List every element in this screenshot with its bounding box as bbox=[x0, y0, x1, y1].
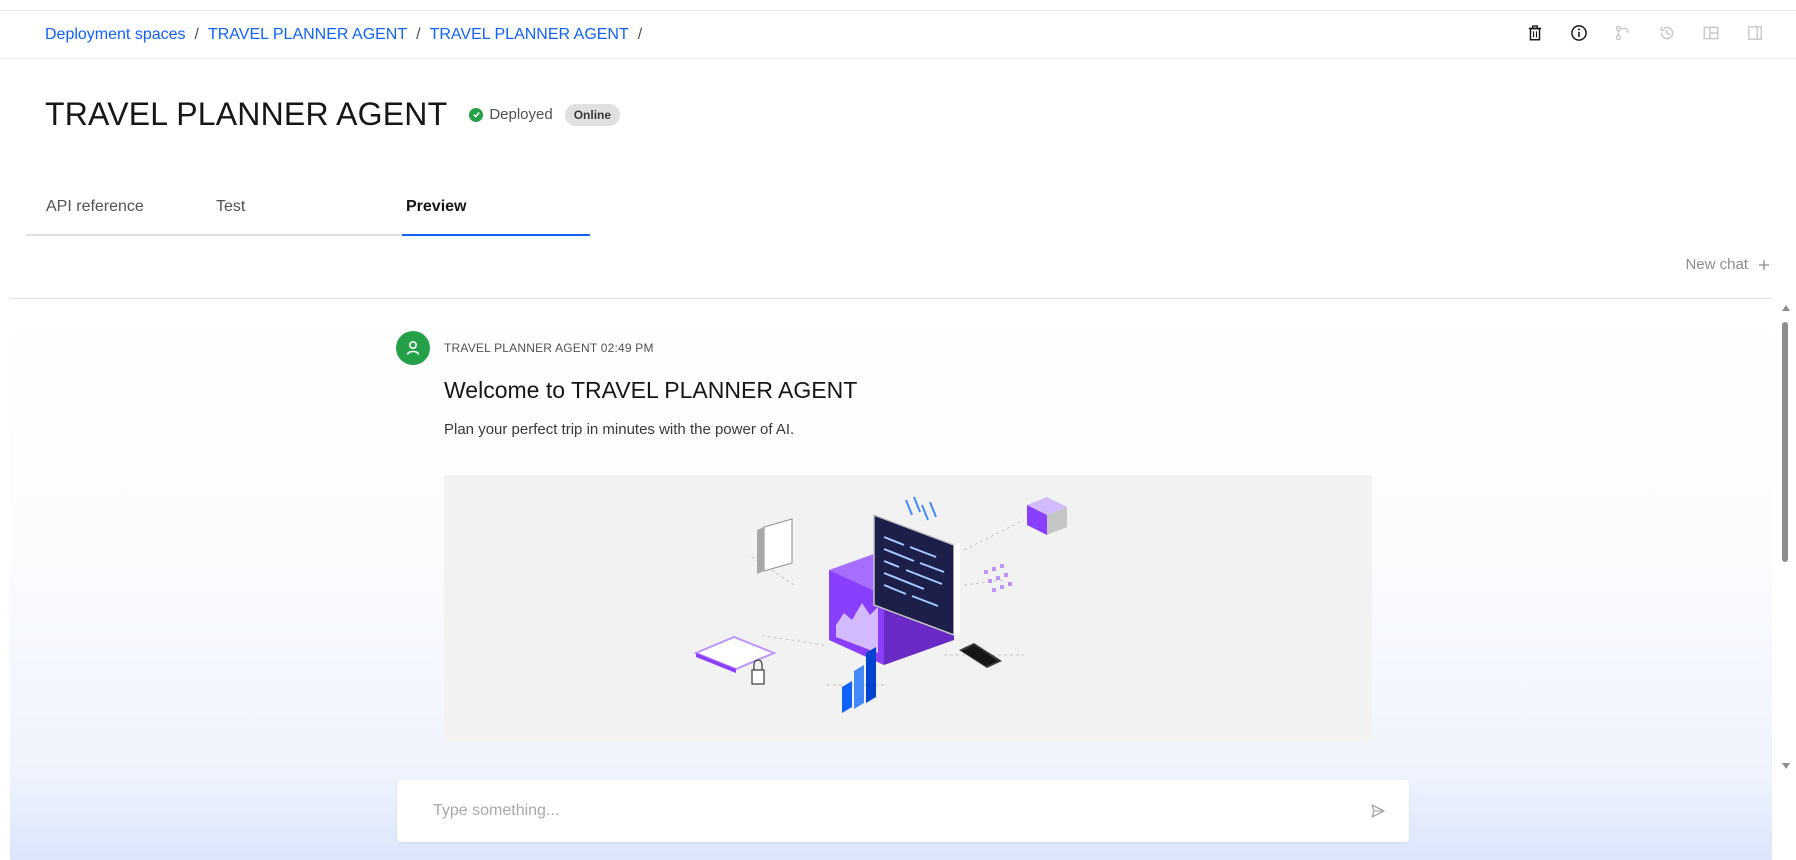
chat-input[interactable] bbox=[433, 802, 1333, 820]
send-icon[interactable] bbox=[1367, 800, 1389, 822]
title-row: TRAVEL PLANNER AGENT Deployed Online bbox=[45, 96, 621, 133]
info-icon[interactable] bbox=[1568, 22, 1590, 44]
history-icon[interactable] bbox=[1656, 22, 1678, 44]
active-tab-indicator bbox=[402, 234, 590, 236]
share-icon[interactable] bbox=[1612, 22, 1634, 44]
scrollbar-thumb[interactable] bbox=[1782, 322, 1788, 562]
agent-avatar bbox=[396, 331, 430, 365]
scroll-up-icon[interactable] bbox=[1782, 305, 1790, 311]
panel-icon[interactable] bbox=[1744, 22, 1766, 44]
breadcrumb-separator: / bbox=[637, 26, 643, 43]
trash-icon[interactable] bbox=[1524, 22, 1546, 44]
isometric-illustration bbox=[693, 496, 1067, 713]
header-actions bbox=[1524, 22, 1766, 44]
breadcrumb: Deployment spaces / TRAVEL PLANNER AGENT… bbox=[45, 26, 651, 44]
chat-area: TRAVEL PLANNER AGENT 02:49 PM Welcome to… bbox=[10, 298, 1772, 860]
welcome-illustration bbox=[444, 475, 1372, 743]
scroll-down-icon[interactable] bbox=[1782, 763, 1790, 769]
plus-icon bbox=[1759, 259, 1769, 270]
tab-test[interactable]: Test bbox=[216, 198, 245, 216]
top-rule bbox=[0, 10, 1796, 11]
breadcrumb-separator: / bbox=[194, 26, 199, 43]
chat-input-container bbox=[397, 780, 1409, 842]
layout-icon[interactable] bbox=[1700, 22, 1722, 44]
tab-api-reference[interactable]: API reference bbox=[46, 198, 144, 216]
new-chat-button[interactable]: New chat bbox=[1685, 256, 1770, 273]
user-icon bbox=[406, 340, 420, 355]
breadcrumb-deployment[interactable]: TRAVEL PLANNER AGENT bbox=[430, 26, 629, 44]
breadcrumb-separator: / bbox=[416, 26, 421, 43]
breadcrumb-space[interactable]: TRAVEL PLANNER AGENT bbox=[208, 26, 407, 44]
breadcrumb-deployment-spaces[interactable]: Deployment spaces bbox=[45, 26, 186, 44]
status-badge: Online bbox=[564, 103, 621, 126]
header-divider bbox=[0, 58, 1796, 59]
new-chat-label: New chat bbox=[1685, 256, 1748, 273]
deployment-status: Deployed bbox=[469, 106, 553, 123]
status-label: Deployed bbox=[489, 106, 553, 123]
tab-preview[interactable]: Preview bbox=[406, 198, 466, 216]
check-circle-icon bbox=[469, 107, 484, 122]
page-title: TRAVEL PLANNER AGENT bbox=[45, 96, 448, 132]
message-sender-time: TRAVEL PLANNER AGENT 02:49 PM bbox=[444, 341, 654, 355]
message-title: Welcome to TRAVEL PLANNER AGENT bbox=[444, 377, 858, 403]
tab-bar: API reference Test Preview bbox=[26, 190, 590, 236]
message-subtitle: Plan your perfect trip in minutes with t… bbox=[444, 421, 795, 438]
